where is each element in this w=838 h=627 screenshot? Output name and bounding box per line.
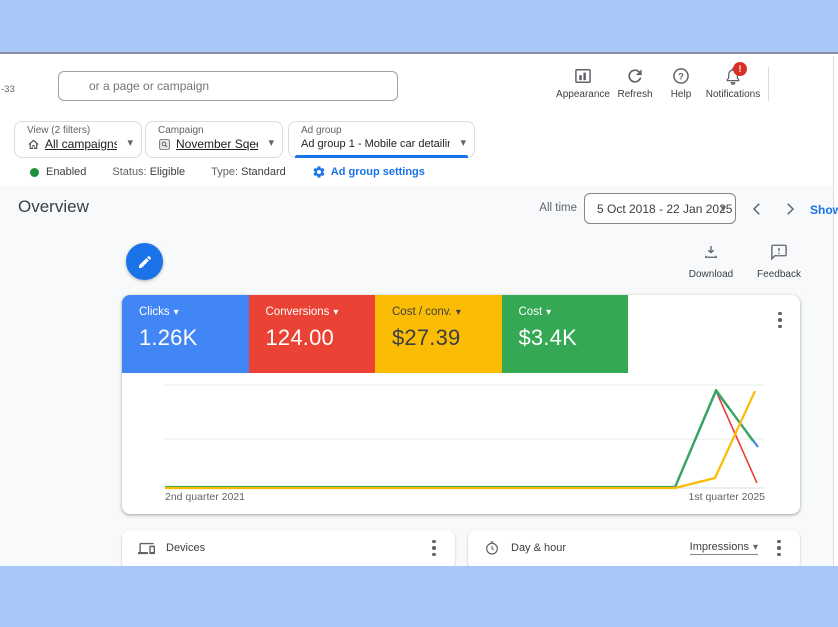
top-window-band bbox=[0, 0, 838, 54]
day-hour-card-title: Day & hour bbox=[511, 542, 566, 554]
scorecard-cost-label: Cost bbox=[519, 306, 543, 318]
refresh-button[interactable]: Refresh bbox=[610, 66, 660, 100]
appearance-label: Appearance bbox=[556, 89, 610, 100]
x-axis-labels: 2nd quarter 2021 1st quarter 2025 bbox=[165, 491, 765, 503]
scorecard-conversions-label: Conversions bbox=[266, 306, 330, 318]
scorecard-cost-per-conv-label: Cost / conv. bbox=[392, 306, 452, 318]
type-label: Type: bbox=[211, 166, 238, 178]
ad-group-filter-label: Ad group bbox=[301, 125, 450, 137]
gear-icon bbox=[312, 165, 326, 179]
chevron-down-icon bbox=[127, 136, 133, 149]
download-label: Download bbox=[689, 269, 733, 280]
page-title: Overview bbox=[18, 197, 89, 217]
scorecard-cost-value: $3.4K bbox=[519, 325, 629, 351]
download-icon bbox=[702, 243, 720, 266]
chevron-down-icon bbox=[546, 306, 551, 318]
devices-card: Devices bbox=[122, 530, 455, 570]
scorecard-clicks[interactable]: Clicks 1.26K bbox=[122, 295, 249, 373]
status-label: Status: bbox=[112, 166, 146, 178]
chevron-down-icon bbox=[268, 136, 274, 149]
feedback-button[interactable]: Feedback bbox=[753, 243, 805, 280]
download-button[interactable]: Download bbox=[685, 243, 737, 280]
scorecard-row: Clicks 1.26K Conversions 124.00 Cost / c… bbox=[122, 295, 628, 373]
pencil-icon bbox=[137, 254, 153, 270]
appearance-button[interactable]: Appearance bbox=[556, 66, 610, 100]
chevron-down-icon bbox=[720, 202, 726, 215]
edit-fab-button[interactable] bbox=[126, 243, 163, 280]
toolbar-actions: Appearance Refresh ? Help ! Notification… bbox=[556, 66, 769, 101]
right-edge-strip bbox=[834, 56, 838, 566]
performance-trend-chart bbox=[165, 380, 765, 500]
x-axis-label-start: 2nd quarter 2021 bbox=[165, 491, 245, 503]
partial-account-id: -33 bbox=[1, 84, 15, 95]
date-range-value: 5 Oct 2018 - 22 Jan 2025 bbox=[597, 194, 732, 224]
x-axis-label-end: 1st quarter 2025 bbox=[689, 491, 765, 503]
devices-card-menu-button[interactable] bbox=[425, 535, 443, 561]
search-box bbox=[58, 71, 398, 101]
status-bar: Enabled Status: Eligible Type: Standard … bbox=[30, 164, 425, 180]
view-filter-label: View (2 filters) bbox=[27, 125, 117, 137]
show-link[interactable]: Show bbox=[810, 203, 838, 217]
ad-group-filter-value: Ad group 1 - Mobile car detailing bbox=[301, 137, 450, 152]
status-value: Eligible bbox=[150, 166, 185, 178]
previous-period-button[interactable] bbox=[748, 200, 766, 218]
notification-badge: ! bbox=[733, 62, 747, 76]
ad-group-filter-chip[interactable]: Ad group Ad group 1 - Mobile car detaili… bbox=[288, 121, 475, 158]
enabled-status-dot bbox=[30, 168, 39, 177]
devices-card-title: Devices bbox=[166, 542, 205, 554]
scorecard-clicks-value: 1.26K bbox=[139, 325, 249, 351]
view-filter-value: All campaigns bbox=[45, 137, 117, 152]
help-button[interactable]: ? Help bbox=[660, 66, 702, 100]
campaign-filter-value: November Sqeeze bbox=[176, 137, 258, 152]
view-filter-chip[interactable]: View (2 filters) All campaigns bbox=[14, 121, 142, 158]
svg-text:?: ? bbox=[678, 72, 684, 82]
notifications-button[interactable]: ! Notifications bbox=[702, 66, 764, 100]
chevron-down-icon bbox=[753, 541, 758, 553]
feedback-label: Feedback bbox=[757, 269, 801, 280]
toolbar-divider bbox=[768, 67, 769, 101]
help-label: Help bbox=[671, 89, 692, 100]
chart-card-menu-button[interactable] bbox=[771, 307, 789, 333]
next-period-button[interactable] bbox=[781, 200, 799, 218]
overview-chart-card: Clicks 1.26K Conversions 124.00 Cost / c… bbox=[122, 295, 800, 514]
campaign-icon bbox=[158, 138, 171, 151]
scorecard-cost[interactable]: Cost $3.4K bbox=[502, 295, 629, 373]
campaign-filter-chip[interactable]: Campaign November Sqeeze bbox=[145, 121, 283, 158]
refresh-label: Refresh bbox=[617, 89, 652, 100]
chevron-down-icon bbox=[456, 306, 461, 318]
scorecard-conversions[interactable]: Conversions 124.00 bbox=[249, 295, 376, 373]
type-value: Standard bbox=[241, 166, 286, 178]
scorecard-cost-per-conv[interactable]: Cost / conv. $27.39 bbox=[375, 295, 502, 373]
help-icon: ? bbox=[671, 66, 691, 86]
chevron-down-icon bbox=[333, 306, 338, 318]
selected-chip-accent-bar bbox=[295, 155, 468, 158]
feedback-icon bbox=[770, 243, 788, 266]
campaign-filter-label: Campaign bbox=[158, 125, 258, 137]
day-hour-card-menu-button[interactable] bbox=[770, 535, 788, 561]
notifications-label: Notifications bbox=[706, 89, 760, 100]
chevron-down-icon bbox=[460, 136, 466, 149]
google-ads-overview-screen: -33 Appearance Refresh ? Help bbox=[0, 0, 838, 627]
ad-group-settings-label: Ad group settings bbox=[331, 166, 425, 178]
impressions-metric-dropdown[interactable]: Impressions bbox=[690, 541, 758, 555]
scorecard-clicks-label: Clicks bbox=[139, 306, 170, 318]
bottom-window-band bbox=[0, 566, 838, 627]
search-input[interactable] bbox=[59, 72, 397, 100]
enabled-label: Enabled bbox=[46, 166, 86, 178]
devices-icon bbox=[138, 540, 155, 557]
ad-group-settings-link[interactable]: Ad group settings bbox=[312, 165, 425, 179]
refresh-icon bbox=[625, 66, 645, 86]
day-hour-card: Day & hour Impressions bbox=[468, 530, 800, 570]
impressions-metric-label: Impressions bbox=[690, 541, 749, 553]
home-icon bbox=[27, 138, 40, 151]
clock-icon bbox=[484, 540, 500, 556]
appearance-icon bbox=[573, 66, 593, 86]
scorecard-cost-per-conv-value: $27.39 bbox=[392, 325, 502, 351]
date-range-selector[interactable]: 5 Oct 2018 - 22 Jan 2025 bbox=[584, 193, 736, 224]
chevron-down-icon bbox=[174, 306, 179, 318]
scorecard-conversions-value: 124.00 bbox=[266, 325, 376, 351]
date-preset-label: All time bbox=[527, 202, 577, 214]
